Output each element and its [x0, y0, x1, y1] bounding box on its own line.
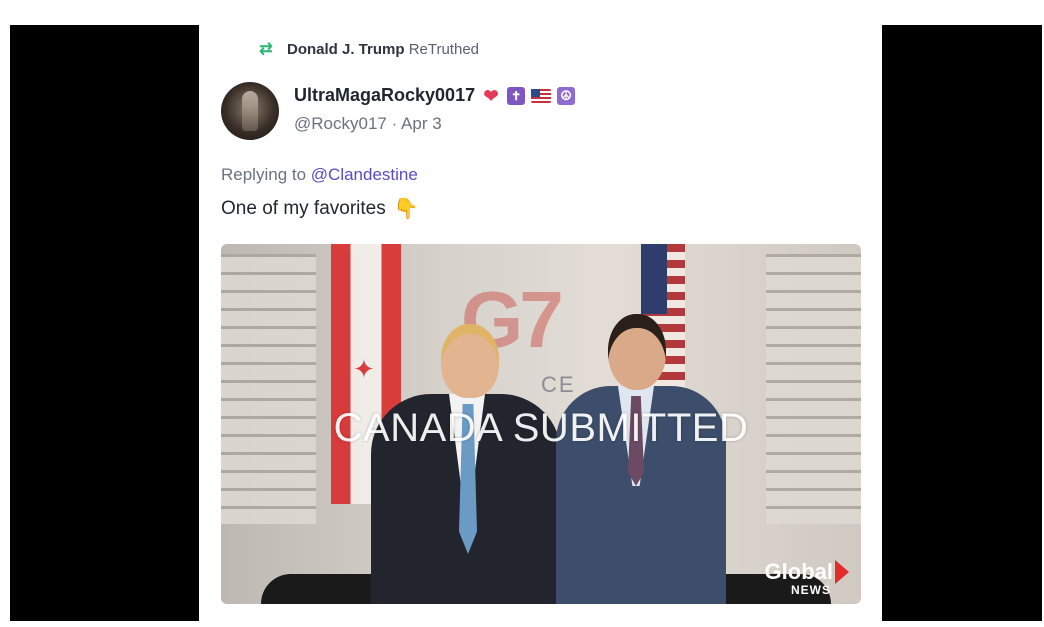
- replying-to: Replying to @Clandestine: [221, 165, 418, 185]
- meta-separator: ·: [386, 114, 402, 133]
- global-news-logo: Global NEWS: [765, 560, 849, 596]
- logo-sub-text: NEWS: [791, 583, 831, 597]
- post-media-video[interactable]: ✦ G7 CE CANADA SUBMITTED Global NEWS: [221, 244, 861, 604]
- post-date[interactable]: Apr 3: [401, 114, 442, 133]
- post-meta: @Rocky017 · Apr 3: [294, 114, 442, 134]
- retruth-user[interactable]: Donald J. Trump: [287, 41, 405, 58]
- person-right: [556, 314, 726, 604]
- person-left: [371, 324, 561, 604]
- peace-icon: ☮: [557, 86, 576, 105]
- us-flag-icon: [531, 88, 552, 103]
- cross-icon: ✝: [507, 86, 526, 105]
- retruth-label: ReTruthed: [408, 40, 479, 58]
- display-name[interactable]: UltraMagaRocky0017: [294, 85, 475, 106]
- heart-icon: ❤: [483, 85, 499, 106]
- post-body: One of my favorites 👇: [221, 196, 419, 221]
- video-caption: CANADA SUBMITTED: [333, 406, 749, 450]
- user-handle[interactable]: @Rocky017: [294, 114, 387, 133]
- backdrop-stripes-left: [221, 254, 316, 524]
- post-author[interactable]: UltraMagaRocky0017 ❤ ✝ ☮: [294, 85, 576, 106]
- post-text: One of my favorites: [221, 197, 386, 219]
- replying-mention-link[interactable]: @Clandestine: [311, 165, 418, 184]
- replying-prefix: Replying to: [221, 165, 311, 184]
- retruth-header: ⇄ Donald J. Trump ReTruthed: [257, 39, 479, 59]
- logo-main-text: Global: [764, 559, 833, 584]
- avatar[interactable]: [221, 82, 279, 140]
- truth-post-card[interactable]: ⇄ Donald J. Trump ReTruthed UltraMagaRoc…: [199, 25, 882, 621]
- logo-arrow-icon: [835, 560, 849, 584]
- pointing-down-icon: 👇: [393, 198, 419, 220]
- retruth-icon: ⇄: [259, 41, 273, 58]
- backdrop-stripes-right: [766, 254, 861, 524]
